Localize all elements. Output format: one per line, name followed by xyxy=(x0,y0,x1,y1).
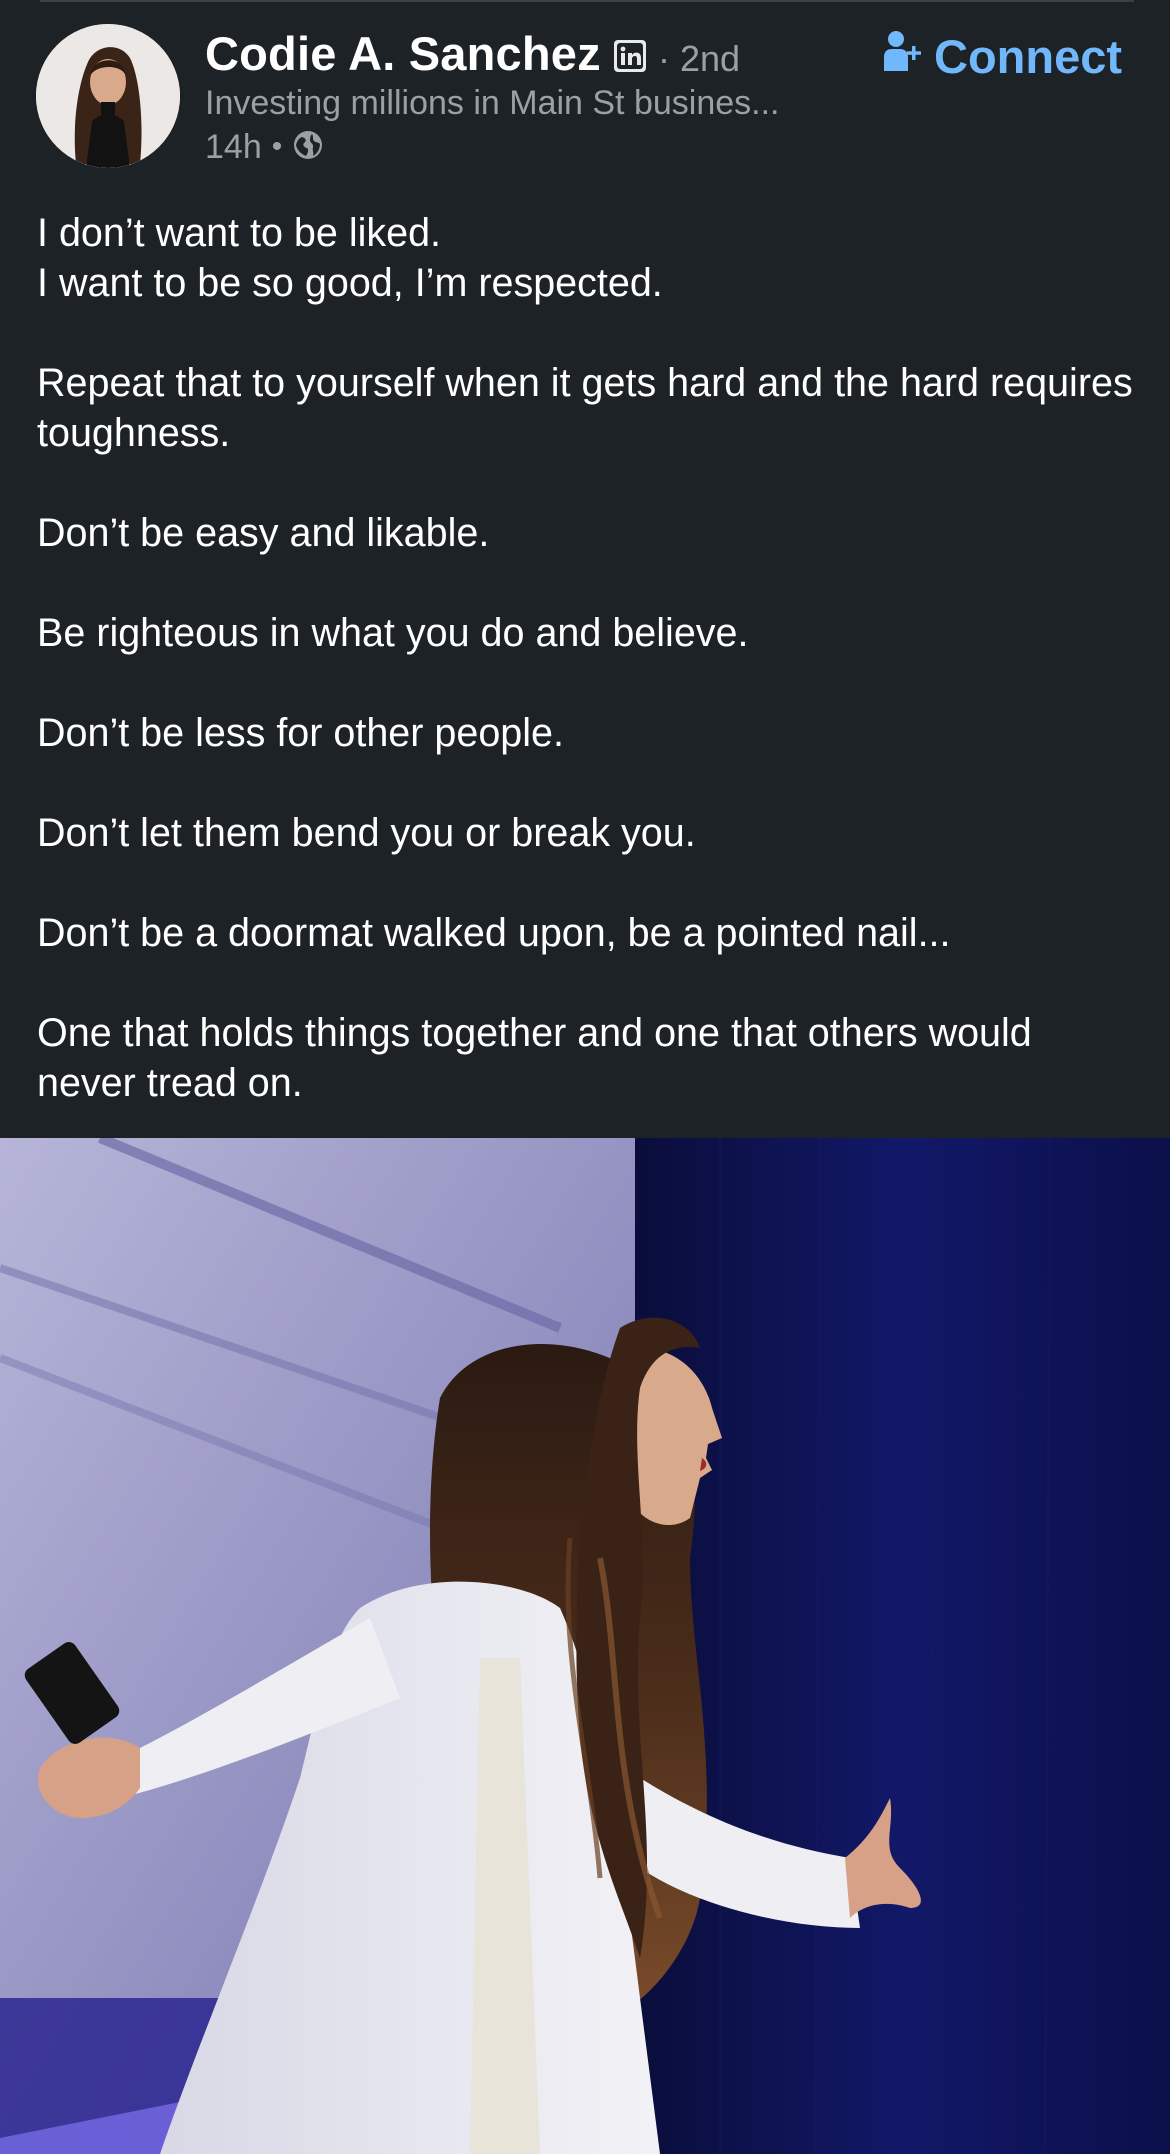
author-headline[interactable]: Investing millions in Main St busines... xyxy=(205,84,779,123)
avatar[interactable] xyxy=(36,24,180,168)
author-name[interactable]: Codie A. Sanchez xyxy=(205,26,601,81)
post-paragraph: I don’t want to be liked. I want to be s… xyxy=(37,211,663,305)
post-meta: 14h • xyxy=(205,126,324,168)
globe-icon xyxy=(292,129,324,166)
post-paragraph: Repeat that to yourself when it gets har… xyxy=(37,361,1133,455)
post-paragraph: Don’t be less for other people. xyxy=(37,711,564,755)
connection-degree: · 2nd xyxy=(658,38,741,79)
post-paragraph: Don’t be easy and likable. xyxy=(37,511,490,555)
post-timestamp: 14h xyxy=(205,127,262,166)
connect-label: Connect xyxy=(934,29,1122,83)
post-paragraph: One that holds things together and one t… xyxy=(37,1011,1032,1105)
post-paragraph: Don’t let them bend you or break you. xyxy=(37,811,696,855)
meta-separator: • xyxy=(271,130,283,163)
linkedin-icon xyxy=(614,40,646,72)
connect-button[interactable]: Connect xyxy=(882,26,1122,86)
post-header: Codie A. Sanchez · 2nd Investing million… xyxy=(0,0,1170,180)
post-text: I don’t want to be liked. I want to be s… xyxy=(37,208,1137,1108)
add-person-icon xyxy=(882,29,922,84)
post-image[interactable] xyxy=(0,1138,1170,2154)
post-paragraph: Don’t be a doormat walked upon, be a poi… xyxy=(37,911,951,955)
post-paragraph: Be righteous in what you do and believe. xyxy=(37,611,749,655)
